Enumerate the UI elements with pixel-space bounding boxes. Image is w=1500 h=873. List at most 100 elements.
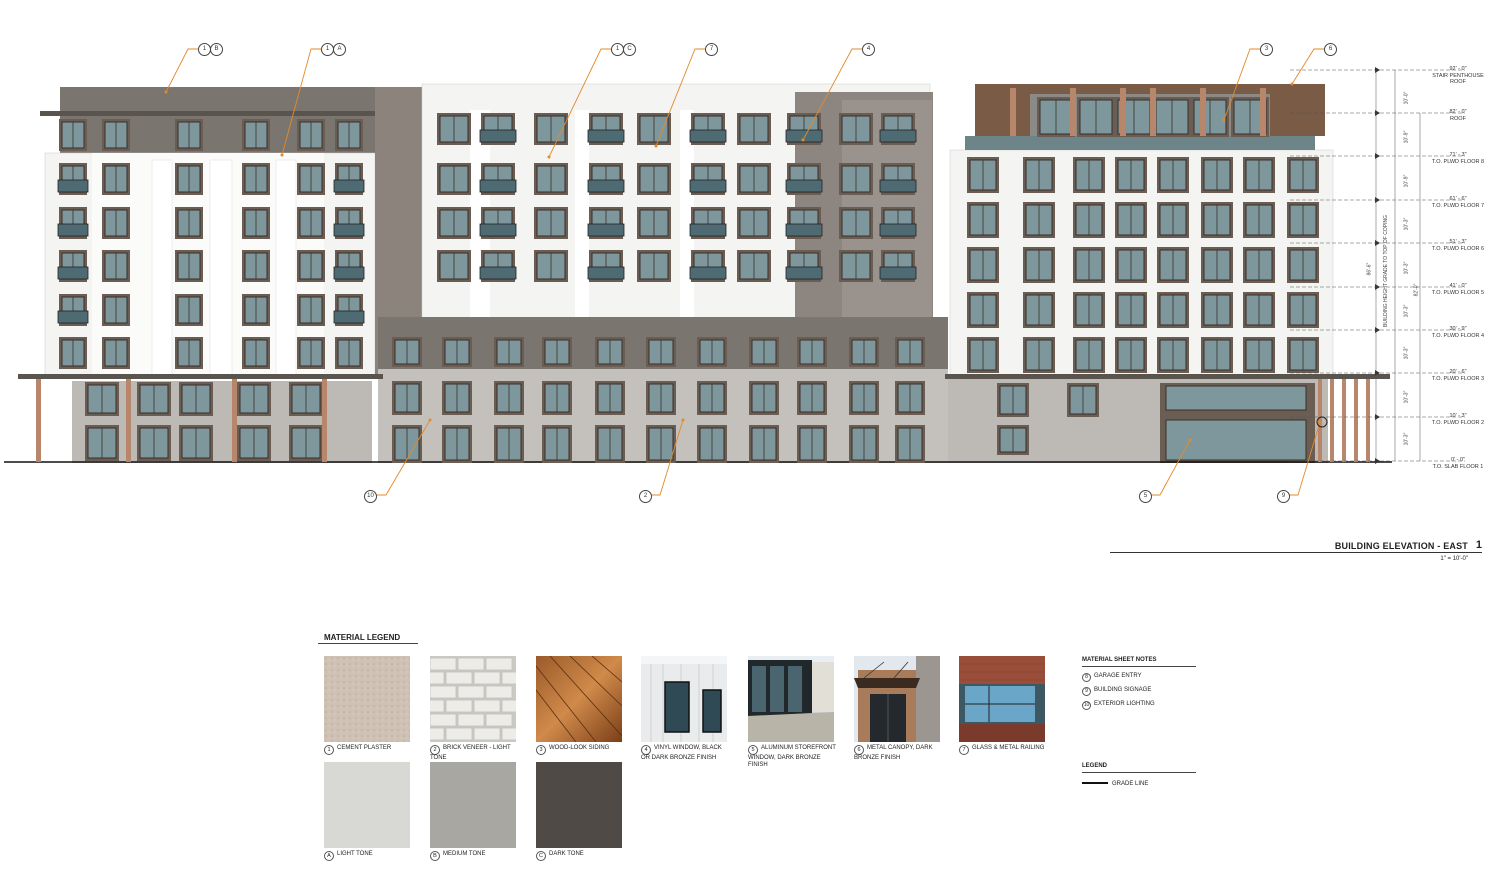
balcony-railing [689,223,727,237]
balcony-railing [479,179,517,193]
swatch-medium-tone [430,762,516,848]
balcony-railing [689,129,727,143]
level-label: 92' - 0" STAIR PENTHOUSE ROOF [1428,66,1488,86]
legend-item-b: B MEDIUM TONE [430,851,525,861]
dim-6: 10'-3" [1403,304,1410,318]
balcony-railing [333,310,365,324]
balcony-railing [479,266,517,280]
legend-label-b: MEDIUM TONE [443,851,486,857]
swatch-wood-look-siding [536,656,622,742]
leader-dot [654,144,658,148]
penthouse-column [1070,88,1076,136]
tag-1c-sub: C [623,43,636,56]
wood-column [1330,379,1334,462]
note-num-9: 9 [1082,687,1091,696]
leader-dot [1188,438,1192,442]
note-item-9: 9 BUILDING SIGNAGE [1082,687,1196,696]
leader-line [1291,48,1324,85]
balcony-railing [785,179,823,193]
level-name: T.O. PLWD FLOOR 7 [1431,202,1485,209]
wood-column [322,379,327,462]
balcony-railing [879,129,917,143]
leader-dot [547,155,551,159]
building-elevation-east [4,48,1465,496]
note-label-10: EXTERIOR LIGHTING [1094,701,1155,707]
line-legend: LEGEND GRADE LINE [1082,763,1196,792]
leader-dot [801,138,805,142]
storefront-upper [1165,385,1307,411]
penthouse-column [1200,88,1206,136]
balcony-railing [587,266,625,280]
tag-10: 10 [364,490,377,503]
title-rule [1110,552,1482,553]
swatch-dark-tone [536,762,622,848]
leader-dot [164,90,168,94]
balcony-railing [689,266,727,280]
balcony-railing [57,223,89,237]
legend-label-3: WOOD-LOOK SIDING [549,745,610,751]
legend-label-a: LIGHT TONE [337,851,373,857]
balcony-railing [689,179,727,193]
dim-2: 10'-9" [1403,130,1410,144]
dim-8: 10'-3" [1403,390,1410,404]
penthouse-column [1120,88,1126,136]
legend-label-6: METAL CANOPY, DARK BRONZE FINISH [854,745,933,761]
leader-dot [280,153,284,157]
wood-column [126,379,131,462]
dim-height-note: BUILDING HEIGHT GRADE TO TOP OF COPING [1382,215,1389,327]
dim-height-val: 86'-6" [1366,262,1373,276]
penthouse-column [1150,88,1156,136]
note-label-9: BUILDING SIGNAGE [1094,687,1152,693]
grade-line-label: GRADE LINE [1112,781,1149,787]
legend-label-2: BRICK VENEER - LIGHT TONE [430,745,511,761]
legend-label-7: GLASS & METAL RAILING [972,745,1045,751]
level-name: T.O. PLWD FLOOR 8 [1431,158,1485,165]
legend-item-a: A LIGHT TONE [324,851,419,861]
level-name: STAIR PENTHOUSE ROOF [1432,72,1484,86]
swatch-glass-metal-railing [959,656,1045,742]
balcony-railing [57,179,89,193]
level-name: ROOF [1450,115,1466,122]
legend-item-3: 3 WOOD-LOOK SIDING [536,745,631,755]
balcony-railing [879,266,917,280]
balcony-railing [785,266,823,280]
wood-column [232,379,237,462]
dim-7: 10'-3" [1403,346,1410,360]
tag-6: 6 [1324,43,1337,56]
tag-3: 3 [1260,43,1273,56]
dim-4: 10'-3" [1403,217,1410,231]
leader-dot [1290,82,1294,86]
leader-dot [1222,118,1226,122]
line-legend-grade: GRADE LINE [1082,781,1196,787]
balcony-railing [879,223,917,237]
level-name: T.O. PLWD FLOOR 3 [1431,375,1485,382]
legend-label-1: CEMENT PLASTER [337,745,392,751]
tag-2: 2 [639,490,652,503]
level-name: T.O. PLWD FLOOR 6 [1431,245,1485,252]
balcony-railing [479,129,517,143]
swatch-metal-canopy [854,656,940,742]
legend-item-2: 2 BRICK VENEER - LIGHT TONE [430,745,514,762]
note-num-10: 10 [1082,701,1091,710]
legend-num-4: 4 [641,745,651,755]
level-label: 20' - 6" T.O. PLWD FLOOR 3 [1428,369,1488,382]
swatch-aluminum-storefront [748,656,834,742]
dim-1: 10'-0" [1403,91,1410,105]
level-label: 30' - 9" T.O. PLWD FLOOR 4 [1428,326,1488,339]
legend-num-5: 5 [748,745,758,755]
wood-column [1366,379,1370,462]
level-name: T.O. SLAB FLOOR 1 [1432,463,1484,470]
wood-column [36,379,41,462]
material-legend-rule [318,643,418,644]
level-label: 41' - 0" T.O. PLWD FLOOR 5 [1428,283,1488,296]
tag-4: 4 [862,43,875,56]
leader-dot [1318,420,1322,424]
legend-item-c: C DARK TONE [536,851,631,861]
legend-num-7: 7 [959,745,969,755]
level-label: 0' - 0" T.O. SLAB FLOOR 1 [1428,457,1488,470]
tag-5: 5 [1139,490,1152,503]
legend-label-4: VINYL WINDOW, BLACK OR DARK BRONZE FINIS… [641,745,722,761]
level-label: 61' - 6" T.O. PLWD FLOOR 7 [1428,196,1488,209]
drawing-number: 1 [1475,539,1482,551]
level-label: 71' - 3" T.O. PLWD FLOOR 8 [1428,152,1488,165]
